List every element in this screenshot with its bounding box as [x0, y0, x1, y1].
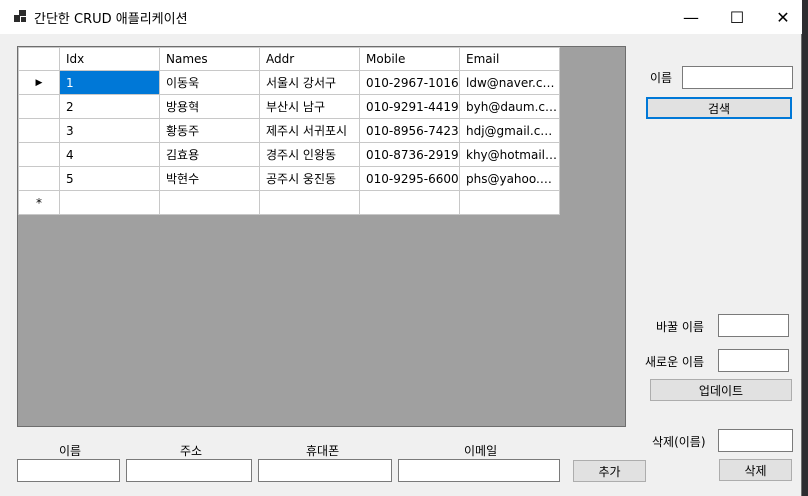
- add-name-label: 이름: [59, 444, 82, 458]
- add-addr-label: 주소: [180, 444, 203, 458]
- data-grid[interactable]: Idx Names Addr Mobile Email ▶ 1 이동욱 서울시 …: [17, 46, 626, 427]
- grid-cell-text: khy@hotmail.c...: [466, 147, 558, 162]
- grid-cell[interactable]: 부산시 남구: [259, 94, 360, 119]
- search-name-label: 이름: [650, 71, 673, 85]
- grid-cell[interactable]: 1: [59, 70, 160, 95]
- old-name-input[interactable]: [718, 314, 789, 337]
- new-name-input[interactable]: [718, 349, 789, 372]
- new-row[interactable]: *: [18, 190, 560, 215]
- grid-cell[interactable]: 공주시 웅진동: [259, 166, 360, 191]
- app-window: 간단한 CRUD 애플리케이션 — ☐ ✕ Idx Names Addr Mob…: [0, 0, 802, 496]
- grid-cell[interactable]: 010-9295-6600: [359, 166, 460, 191]
- grid-cell[interactable]: byh@daum.com: [459, 94, 560, 119]
- delete-name-input[interactable]: [718, 429, 793, 452]
- grid-cell-text: phs@yahoo.co....: [466, 171, 558, 186]
- maximize-icon: ☐: [729, 7, 745, 27]
- table-row[interactable]: ▶ 1 이동욱 서울시 강서구 010-2967-1016 ldw@naver.…: [18, 70, 560, 95]
- grid-cell[interactable]: 방용혁: [159, 94, 260, 119]
- row-header[interactable]: [18, 118, 60, 143]
- column-header-addr[interactable]: Addr: [259, 47, 360, 71]
- column-header-names[interactable]: Names: [159, 47, 260, 71]
- column-header-email[interactable]: Email: [459, 47, 560, 71]
- grid-cell[interactable]: 010-8956-7423: [359, 118, 460, 143]
- column-header-idx[interactable]: Idx: [59, 47, 160, 71]
- add-addr-input[interactable]: [126, 459, 252, 482]
- update-button[interactable]: 업데이트: [650, 379, 792, 401]
- row-header[interactable]: [18, 94, 60, 119]
- add-email-input[interactable]: [398, 459, 560, 482]
- grid-cell[interactable]: 5: [59, 166, 160, 191]
- close-icon: ✕: [776, 7, 790, 27]
- table-row[interactable]: 5 박현수 공주시 웅진동 010-9295-6600 phs@yahoo.co…: [18, 166, 560, 191]
- search-button[interactable]: 검색: [646, 97, 792, 119]
- table-row[interactable]: 2 방용혁 부산시 남구 010-9291-4419 byh@daum.com: [18, 94, 560, 119]
- grid-cell[interactable]: 2: [59, 94, 160, 119]
- grid-cell[interactable]: hdj@gmail.com: [459, 118, 560, 143]
- grid-cell[interactable]: [159, 190, 260, 215]
- grid-cell[interactable]: 김효용: [159, 142, 260, 167]
- new-name-label: 새로운 이름: [645, 355, 705, 369]
- minimize-icon: —: [683, 7, 699, 27]
- grid-cell[interactable]: 박현수: [159, 166, 260, 191]
- table-row[interactable]: 4 김효용 경주시 인왕동 010-8736-2919 khy@hotmail.…: [18, 142, 560, 167]
- row-header-corner[interactable]: [18, 47, 60, 71]
- grid-cell[interactable]: [59, 190, 160, 215]
- new-row-asterisk-icon[interactable]: *: [18, 190, 60, 215]
- add-mobile-label: 휴대폰: [306, 444, 340, 458]
- current-row-arrow-icon[interactable]: ▶: [18, 70, 60, 95]
- minimize-button[interactable]: —: [668, 0, 714, 34]
- maximize-button[interactable]: ☐: [714, 0, 760, 34]
- grid-cell[interactable]: 010-2967-1016: [359, 70, 460, 95]
- grid-cell[interactable]: 황동주: [159, 118, 260, 143]
- row-header[interactable]: [18, 166, 60, 191]
- grid-cell[interactable]: ldw@naver.com: [459, 70, 560, 95]
- add-button[interactable]: 추가: [573, 460, 646, 482]
- column-header-mobile[interactable]: Mobile: [359, 47, 460, 71]
- delete-name-label: 삭제(이름): [652, 435, 706, 449]
- window-title: 간단한 CRUD 애플리케이션: [34, 12, 188, 27]
- add-name-input[interactable]: [17, 459, 120, 482]
- grid-cell[interactable]: [259, 190, 360, 215]
- grid-cell[interactable]: [459, 190, 560, 215]
- grid-cell[interactable]: 제주시 서귀포시: [259, 118, 360, 143]
- app-form-icon: [14, 10, 26, 22]
- old-name-label: 바꿀 이름: [656, 320, 704, 334]
- grid-table: Idx Names Addr Mobile Email ▶ 1 이동욱 서울시 …: [18, 47, 560, 215]
- grid-cell[interactable]: 3: [59, 118, 160, 143]
- close-button[interactable]: ✕: [760, 0, 806, 34]
- add-mobile-input[interactable]: [258, 459, 392, 482]
- grid-cell[interactable]: 이동욱: [159, 70, 260, 95]
- search-name-input[interactable]: [682, 66, 793, 89]
- delete-button[interactable]: 삭제: [719, 459, 792, 481]
- grid-cell[interactable]: khy@hotmail.c...: [459, 142, 560, 167]
- grid-cell[interactable]: 4: [59, 142, 160, 167]
- grid-cell[interactable]: 경주시 인왕동: [259, 142, 360, 167]
- row-header[interactable]: [18, 142, 60, 167]
- grid-cell-text: byh@daum.com: [466, 99, 558, 114]
- title-bar[interactable]: 간단한 CRUD 애플리케이션 — ☐ ✕: [0, 0, 802, 34]
- grid-cell[interactable]: 010-8736-2919: [359, 142, 460, 167]
- add-email-label: 이메일: [464, 444, 498, 458]
- grid-cell[interactable]: phs@yahoo.co....: [459, 166, 560, 191]
- grid-header-row: Idx Names Addr Mobile Email: [18, 47, 560, 71]
- grid-cell-text: ldw@naver.com: [466, 75, 558, 90]
- grid-cell[interactable]: [359, 190, 460, 215]
- table-row[interactable]: 3 황동주 제주시 서귀포시 010-8956-7423 hdj@gmail.c…: [18, 118, 560, 143]
- grid-cell[interactable]: 010-9291-4419: [359, 94, 460, 119]
- grid-cell[interactable]: 서울시 강서구: [259, 70, 360, 95]
- grid-cell-text: hdj@gmail.com: [466, 123, 558, 138]
